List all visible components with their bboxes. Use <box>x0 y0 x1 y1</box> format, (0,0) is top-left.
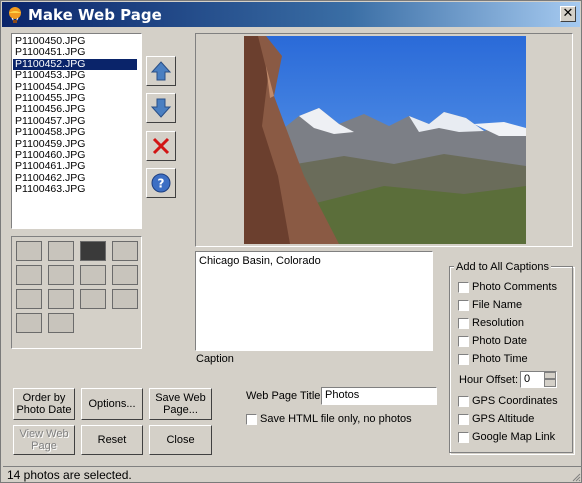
spin-up-arrow-icon[interactable] <box>544 372 556 379</box>
move-up-button[interactable] <box>146 56 176 86</box>
layout-cell[interactable] <box>48 241 74 261</box>
make-web-page-window: Make Web Page ✕ P1100450.JPG P1100451.JPG… <box>0 0 582 483</box>
help-icon: ? <box>151 173 171 193</box>
layout-cell-selected[interactable] <box>80 241 106 261</box>
gps-altitude-checkbox[interactable] <box>458 414 469 425</box>
layout-cell[interactable] <box>16 241 42 261</box>
save-web-page-label: Save Web Page... <box>155 392 206 416</box>
caption-text: Chicago Basin, Colorado <box>199 255 321 267</box>
layout-cell[interactable] <box>48 313 74 333</box>
down-arrow-icon <box>150 98 172 118</box>
svg-text:?: ? <box>158 177 165 191</box>
options-label: Options... <box>88 398 136 410</box>
web-page-title-value: Photos <box>325 389 360 401</box>
hour-offset-spinner[interactable]: 0 <box>520 371 557 388</box>
layout-cell[interactable] <box>80 289 106 309</box>
file-name-checkbox[interactable] <box>458 300 469 311</box>
caption-textarea[interactable]: Chicago Basin, Colorado <box>195 251 433 351</box>
save-html-only-label: Save HTML file only, no photos <box>260 413 412 425</box>
layout-cell[interactable] <box>112 241 138 261</box>
google-map-link-label: Google Map Link <box>472 431 556 443</box>
web-page-title-label: Web Page Title: <box>246 390 324 402</box>
hour-offset-value: 0 <box>524 373 531 385</box>
resize-grip-icon[interactable] <box>571 472 581 482</box>
layout-cell[interactable] <box>112 265 138 285</box>
delete-x-icon <box>152 137 170 155</box>
options-button[interactable]: Options... <box>81 388 143 420</box>
order-by-photo-date-button[interactable]: Order by Photo Date <box>13 388 75 420</box>
reset-label: Reset <box>97 434 127 446</box>
close-button[interactable]: Close <box>149 425 212 455</box>
photo-comments-checkbox[interactable] <box>458 282 469 293</box>
gps-coordinates-label: GPS Coordinates <box>472 395 558 407</box>
file-list-item[interactable]: P1100453.JPG <box>13 69 137 81</box>
gps-altitude-label: GPS Altitude <box>472 413 535 425</box>
remove-photo-button[interactable] <box>146 131 176 161</box>
hour-offset-label: Hour Offset: <box>459 374 519 386</box>
photo-time-label: Photo Time <box>472 353 528 365</box>
photo-comments-label: Photo Comments <box>472 281 557 293</box>
layout-grid <box>11 236 142 349</box>
close-window-button[interactable]: ✕ <box>560 6 576 22</box>
layout-cell[interactable] <box>16 313 42 333</box>
add-to-all-captions-title: Add to All Captions <box>454 261 551 273</box>
reset-button[interactable]: Reset <box>81 425 143 455</box>
status-text: 14 photos are selected. <box>7 468 132 482</box>
close-icon: ✕ <box>562 6 574 21</box>
layout-cell[interactable] <box>16 265 42 285</box>
up-arrow-icon <box>150 61 172 81</box>
photo-preview <box>195 33 573 247</box>
layout-cell[interactable] <box>16 289 42 309</box>
layout-cell[interactable] <box>48 265 74 285</box>
save-html-only-checkbox[interactable] <box>246 414 257 425</box>
file-list-items: P1100450.JPG P1100451.JPG P1100452.JPG P110… <box>12 34 141 195</box>
photo-time-checkbox[interactable] <box>458 354 469 365</box>
file-list-item[interactable]: P1100463.JPG <box>13 183 137 195</box>
move-down-button[interactable] <box>146 93 176 123</box>
file-list-item[interactable]: P1100461.JPG <box>13 160 137 172</box>
layout-cell[interactable] <box>80 265 106 285</box>
file-list-item[interactable]: P1100458.JPG <box>13 126 137 138</box>
layout-cell[interactable] <box>48 289 74 309</box>
window-title: Make Web Page <box>28 6 162 24</box>
caption-label: Caption <box>196 353 234 365</box>
view-web-page-button[interactable]: View Web Page <box>13 425 75 455</box>
status-bar: 14 photos are selected. <box>3 466 582 483</box>
photo-date-checkbox[interactable] <box>458 336 469 347</box>
photo-image <box>244 36 526 244</box>
save-web-page-button[interactable]: Save Web Page... <box>149 388 212 420</box>
view-web-page-label: View Web Page <box>19 428 69 452</box>
help-button[interactable]: ? <box>146 168 176 198</box>
layout-cell[interactable] <box>112 289 138 309</box>
order-by-photo-date-label: Order by Photo Date <box>16 392 72 416</box>
hot-air-balloon-icon <box>9 7 21 23</box>
web-page-title-input[interactable]: Photos <box>321 387 437 405</box>
file-name-label: File Name <box>472 299 523 311</box>
title-bar[interactable]: Make Web Page ✕ <box>2 2 580 27</box>
spin-down-arrow-icon[interactable] <box>544 379 556 387</box>
google-map-link-checkbox[interactable] <box>458 432 469 443</box>
resolution-label: Resolution <box>472 317 524 329</box>
file-list[interactable]: P1100450.JPG P1100451.JPG P1100452.JPG P110… <box>11 33 142 229</box>
resolution-checkbox[interactable] <box>458 318 469 329</box>
close-label: Close <box>166 434 195 446</box>
gps-coordinates-checkbox[interactable] <box>458 396 469 407</box>
photo-date-label: Photo Date <box>472 335 528 347</box>
